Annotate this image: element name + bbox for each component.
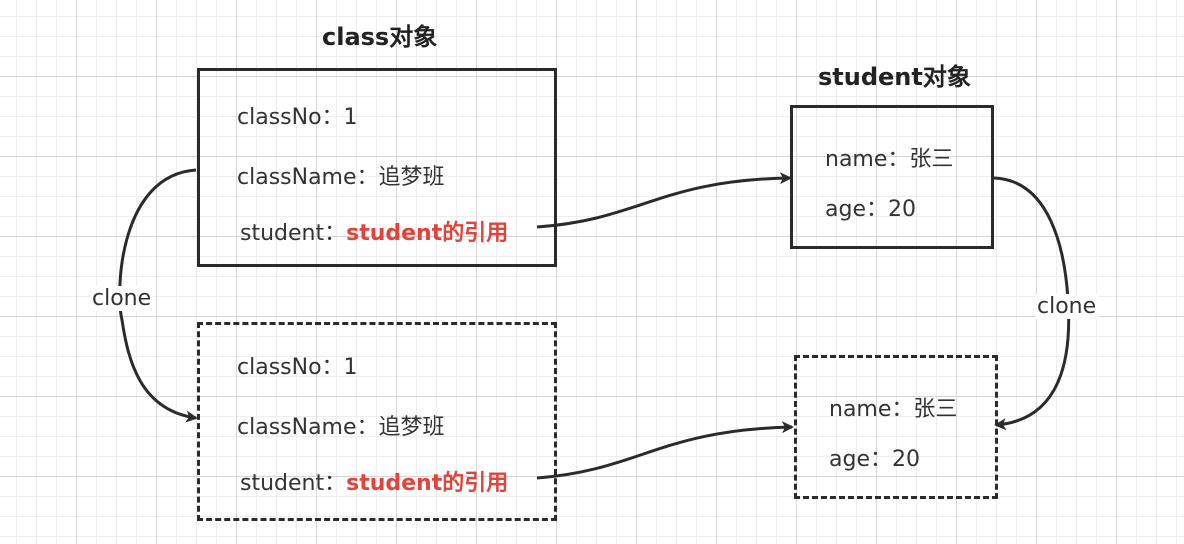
student-name-field: name：张三 [825,147,954,172]
clone-label-left: clone [90,286,154,311]
connector-layer [118,168,1071,480]
cloned-student-field-label: student： [240,471,347,496]
cloned-student-object-box [794,355,998,499]
student-object-box [790,105,994,249]
student-object-title: student对象 [818,63,971,91]
cloned-student-age-field: age：20 [829,447,920,472]
class-no-field: classNo：1 [237,105,358,130]
cloned-class-no-field: classNo：1 [237,355,358,380]
student-age-field: age：20 [825,197,916,222]
student-field: student：student的引用 [240,215,508,247]
class-name-field: className：追梦班 [237,165,445,190]
clone-label-right: clone [1035,294,1099,319]
cloned-student-name-field: name：张三 [829,397,958,422]
cloned-class-name-field: className：追梦班 [237,415,445,440]
cloned-student-reference: student的引用 [346,471,509,496]
cloned-student-field: student：student的引用 [240,465,508,497]
reference-arrow-original [536,172,792,229]
reference-arrow-clone [536,421,794,480]
class-object-title: class对象 [322,23,438,51]
student-reference: student的引用 [346,221,509,246]
student-field-label: student： [240,221,347,246]
